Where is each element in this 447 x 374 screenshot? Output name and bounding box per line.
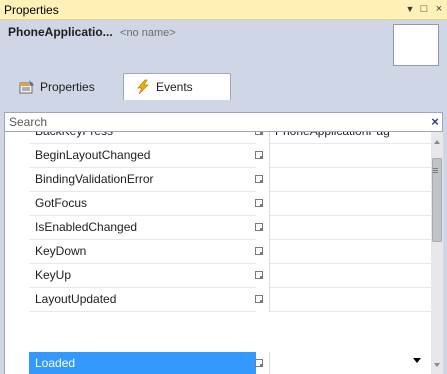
- event-marker-icon: [255, 247, 263, 255]
- event-name: IsEnabledChanged: [29, 216, 256, 240]
- event-marker-icon: [255, 175, 263, 183]
- event-handler-dropdown[interactable]: [269, 352, 431, 374]
- event-name: KeyUp: [29, 264, 256, 288]
- event-handler-field[interactable]: [269, 192, 431, 216]
- event-name: BeginLayoutChanged: [29, 144, 256, 168]
- scroll-thumb[interactable]: [432, 158, 442, 242]
- row-gutter: [5, 240, 29, 264]
- event-row[interactable]: KeyUp: [5, 264, 431, 288]
- row-gutter: [5, 264, 29, 288]
- row-gutter: [5, 352, 29, 374]
- tab-properties[interactable]: Properties: [12, 75, 120, 100]
- event-marker-icon: [255, 223, 263, 231]
- event-handler-field[interactable]: [269, 264, 431, 288]
- search-box[interactable]: ×: [4, 112, 443, 132]
- row-gutter: [5, 216, 29, 240]
- maximize-icon[interactable]: □: [417, 1, 431, 17]
- event-row-selected[interactable]: Loaded: [5, 352, 425, 374]
- tab-properties-label: Properties: [40, 80, 95, 94]
- event-handler-field[interactable]: [269, 168, 431, 192]
- tab-events[interactable]: Events: [123, 73, 231, 100]
- object-type-name: PhoneApplicatio...: [8, 25, 113, 39]
- object-name-row: PhoneApplicatio... <no name>: [8, 25, 176, 39]
- event-row[interactable]: KeyDown: [5, 240, 431, 264]
- properties-icon: [19, 80, 34, 94]
- scroll-up-icon[interactable]: [434, 140, 440, 144]
- event-row[interactable]: IsEnabledChanged: [5, 216, 431, 240]
- row-gutter: [5, 288, 29, 312]
- chevron-down-icon[interactable]: [413, 358, 421, 363]
- event-marker-icon: [255, 295, 263, 303]
- object-preview-thumbnail: [393, 24, 439, 66]
- event-name: BindingValidationError: [29, 168, 256, 192]
- row-gutter: [5, 168, 29, 192]
- row-gutter: [5, 192, 29, 216]
- event-marker-icon: [255, 359, 263, 367]
- event-handler-field[interactable]: [269, 144, 431, 168]
- event-handler-field[interactable]: [269, 288, 431, 312]
- object-instance-name[interactable]: <no name>: [120, 27, 176, 39]
- close-icon[interactable]: ×: [432, 1, 446, 17]
- event-marker-icon: [255, 271, 263, 279]
- event-name: GotFocus: [29, 192, 256, 216]
- event-name: Loaded: [29, 352, 256, 374]
- panel-title: Properties: [4, 3, 59, 17]
- event-row[interactable]: BeginLayoutChanged: [5, 144, 431, 168]
- event-name: LayoutUpdated: [29, 288, 256, 312]
- vertical-scrollbar[interactable]: [431, 120, 443, 374]
- event-row[interactable]: LayoutUpdated: [5, 288, 431, 312]
- row-gutter: [5, 144, 29, 168]
- search-input[interactable]: [7, 114, 411, 130]
- event-marker-icon: [255, 199, 263, 207]
- event-handler-field[interactable]: [269, 240, 431, 264]
- title-bar: Properties ▼ □ ×: [0, 0, 447, 20]
- event-handler-field[interactable]: [269, 216, 431, 240]
- properties-panel: Properties ▼ □ × PhoneApplicatio... <no …: [0, 0, 447, 374]
- scroll-down-icon[interactable]: [434, 363, 440, 367]
- clear-search-icon[interactable]: ×: [429, 114, 441, 130]
- lightning-icon: [137, 79, 149, 95]
- events-grid: BackKeyPress PhoneApplicationPag BeginLa…: [4, 120, 443, 374]
- window-position-dropdown-icon[interactable]: ▼: [403, 1, 417, 17]
- tab-events-label: Events: [156, 80, 193, 94]
- event-marker-icon: [255, 151, 263, 159]
- event-name: KeyDown: [29, 240, 256, 264]
- scroll-grip-icon: [433, 168, 438, 169]
- event-row[interactable]: GotFocus: [5, 192, 431, 216]
- event-row[interactable]: BindingValidationError: [5, 168, 431, 192]
- object-header: PhoneApplicatio... <no name> Properties …: [0, 20, 447, 102]
